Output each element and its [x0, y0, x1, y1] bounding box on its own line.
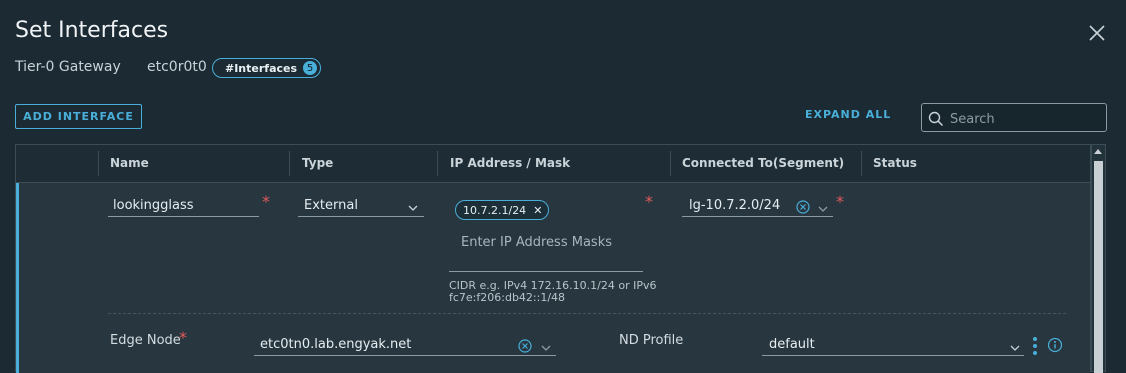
column-header-type[interactable]: Type	[302, 156, 333, 170]
interfaces-label: #Interfaces	[225, 61, 298, 75]
interface-type-value: External	[304, 198, 358, 213]
nd-profile-select[interactable]: default	[762, 336, 1024, 356]
scroll-up-icon[interactable]	[1094, 149, 1102, 154]
edge-node-value: etc0tn0.lab.engyak.net	[260, 337, 412, 352]
ip-address-chip[interactable]: 10.7.2.1/24 ✕	[455, 200, 550, 220]
column-divider	[289, 151, 290, 176]
row-selected-indicator	[16, 183, 19, 373]
column-divider	[437, 151, 438, 176]
interface-name-input[interactable]: lookingglass	[108, 197, 259, 217]
chevron-down-icon	[541, 341, 551, 356]
column-header-segment[interactable]: Connected To(Segment)	[682, 156, 844, 170]
ip-address-input[interactable]: Enter IP Address Masks	[461, 235, 612, 250]
segment-value: lg-10.7.2.0/24	[689, 198, 781, 213]
column-divider	[670, 151, 671, 176]
close-icon[interactable]	[1088, 24, 1106, 42]
table-scrollbar[interactable]	[1091, 144, 1106, 373]
column-header-status[interactable]: Status	[873, 156, 917, 170]
chevron-down-icon	[1010, 341, 1020, 356]
segment-select[interactable]: lg-10.7.2.0/24	[682, 197, 833, 217]
column-header-name[interactable]: Name	[110, 156, 149, 170]
interfaces-count: 5	[303, 61, 318, 75]
column-divider	[98, 151, 99, 176]
column-header-ip[interactable]: IP Address / Mask	[450, 156, 570, 170]
chevron-down-icon	[408, 201, 418, 216]
nd-profile-label: ND Profile	[619, 333, 684, 348]
search-box	[921, 103, 1107, 132]
ip-address-chip-value: 10.7.2.1/24	[463, 203, 527, 217]
required-marker: *	[262, 192, 270, 211]
interface-name-value: lookingglass	[113, 198, 194, 213]
clear-circle-icon[interactable]	[518, 339, 532, 357]
edge-node-label: Edge Node	[110, 333, 181, 348]
ip-help-text: CIDR e.g. IPv4 172.16.10.1/24 or IPv6 fc…	[449, 279, 657, 304]
dialog-title: Set Interfaces	[15, 18, 169, 43]
remove-chip-icon[interactable]: ✕	[533, 204, 542, 217]
nd-profile-value: default	[769, 337, 815, 352]
chevron-down-icon	[818, 202, 828, 217]
add-interface-button[interactable]: ADD INTERFACE	[15, 104, 142, 129]
required-marker: *	[179, 328, 187, 347]
scroll-thumb[interactable]	[1094, 161, 1103, 373]
expand-all-link[interactable]: EXPAND ALL	[805, 108, 891, 121]
interfaces-count-badge: #Interfaces 5	[212, 58, 322, 78]
edge-node-select[interactable]: etc0tn0.lab.engyak.net	[254, 336, 556, 356]
kebab-menu-icon[interactable]	[1032, 336, 1038, 360]
interfaces-table: Name Type IP Address / Mask Connected To…	[15, 144, 1091, 373]
gateway-name: etc0r0t0	[147, 59, 207, 75]
search-input[interactable]	[948, 109, 1102, 129]
clear-circle-icon[interactable]	[796, 200, 810, 218]
column-divider	[861, 151, 862, 176]
interface-type-select[interactable]: External	[298, 197, 424, 217]
table-header: Name Type IP Address / Mask Connected To…	[16, 145, 1090, 183]
required-marker: *	[836, 192, 844, 211]
ip-input-underline	[449, 271, 643, 272]
required-marker: *	[645, 192, 653, 211]
row-divider	[108, 313, 1066, 314]
table-row: lookingglass * External 10.7.2.1/24 ✕ * …	[16, 183, 1090, 373]
info-icon[interactable]	[1047, 337, 1063, 357]
gateway-type: Tier-0 Gateway	[15, 59, 121, 75]
